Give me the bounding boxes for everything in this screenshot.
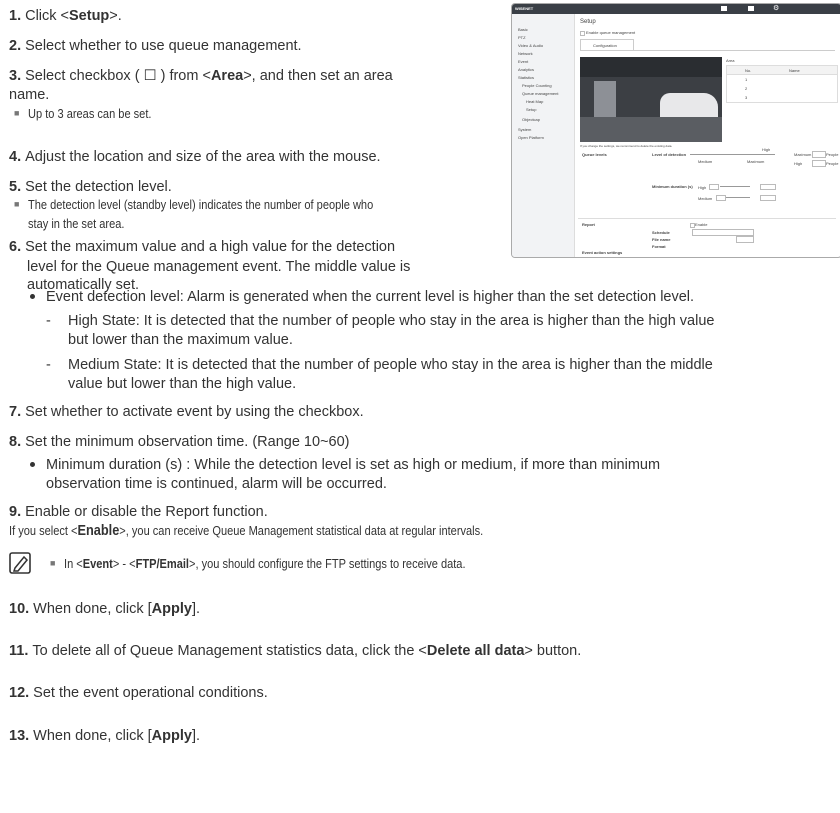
sidebar-item-video-audio[interactable]: Video & Audio bbox=[518, 43, 543, 48]
area-row[interactable]: 2 bbox=[745, 86, 747, 91]
sidebar-item-people-counting[interactable]: People Counting bbox=[522, 83, 552, 88]
maximum-select[interactable] bbox=[812, 151, 826, 158]
enable-checkbox[interactable] bbox=[580, 31, 585, 36]
queue-levels-label: Queue levels bbox=[582, 152, 607, 157]
step-1: 1. Click <Setup>. bbox=[9, 8, 122, 24]
step-5-note-2: stay in the set area. bbox=[28, 216, 125, 231]
min-duration-text-2: observation time is continued, alarm wil… bbox=[46, 476, 387, 492]
square-bullet-icon: ■ bbox=[14, 108, 20, 118]
monitor-icon[interactable] bbox=[721, 6, 727, 11]
tab-divider bbox=[580, 50, 835, 51]
duration-medium-slider[interactable] bbox=[726, 197, 750, 198]
min-duration-text-1: Minimum duration (s) : While the detecti… bbox=[46, 457, 661, 473]
people-label: People bbox=[826, 152, 839, 157]
medium-marker: Medium bbox=[698, 159, 713, 164]
camera-preview[interactable] bbox=[580, 57, 722, 142]
area-row[interactable]: 1 bbox=[745, 77, 747, 82]
area-header: Area bbox=[726, 58, 735, 63]
min-duration-label: Minimum duration (s) bbox=[652, 184, 693, 189]
medium-state-text-2: value but lower than the high value. bbox=[68, 376, 297, 392]
step-5-note-1: The detection level (standby level) indi… bbox=[28, 197, 374, 212]
duration-high-input[interactable] bbox=[709, 184, 719, 190]
duration-high-slider[interactable] bbox=[720, 186, 750, 187]
step-10: 10. When done, click [Apply]. bbox=[9, 601, 200, 617]
sidebar-item-system[interactable]: System bbox=[518, 127, 531, 132]
enable-label: Enable queue management bbox=[586, 30, 636, 35]
event-action-label: Event action settings bbox=[582, 250, 623, 255]
schedule-select[interactable] bbox=[692, 229, 754, 236]
gear-icon[interactable]: ⚙ bbox=[773, 4, 779, 12]
step-11: 11. To delete all of Queue Management sta… bbox=[9, 643, 582, 659]
sidebar-item-basic[interactable]: Basic bbox=[518, 27, 528, 32]
top-bar: WISENET ⚙ bbox=[512, 4, 840, 14]
sidebar-item-ptz[interactable]: PTZ bbox=[518, 35, 526, 40]
step-2: 2. Select whether to use queue management… bbox=[9, 38, 302, 54]
event-detection-level-text: Event detection level: Alarm is generate… bbox=[46, 289, 695, 305]
sidebar-item-heat-map[interactable]: Heat Map bbox=[526, 99, 543, 104]
square-bullet-icon: ■ bbox=[14, 199, 20, 209]
duration-medium-input[interactable] bbox=[716, 195, 726, 201]
high-label: High bbox=[794, 161, 803, 166]
high-marker: High bbox=[762, 147, 771, 152]
sidebar-item-event[interactable]: Event bbox=[518, 59, 528, 64]
step-8: 8. Set the minimum observation time. (Ran… bbox=[9, 434, 350, 450]
step-7: 7. Set whether to activate event by using… bbox=[9, 404, 364, 420]
sidebar: Basic PTZ Video & Audio Network Event An… bbox=[512, 14, 575, 257]
step-4: 4. Adjust the location and size of the ar… bbox=[9, 149, 381, 165]
playback-icon[interactable] bbox=[748, 6, 754, 11]
setup-screenshot: WISENET ⚙ Basic PTZ Video & Audio Networ… bbox=[511, 3, 840, 258]
duration-high-value[interactable] bbox=[760, 184, 776, 190]
divider bbox=[578, 218, 836, 219]
step-3: 3. Select checkbox ( ☐ ) from <Area>, and… bbox=[9, 68, 393, 84]
bullet-dot bbox=[30, 462, 35, 467]
brand-logo: WISENET bbox=[515, 6, 534, 11]
high-state-text-2: but lower than the maximum value. bbox=[68, 332, 293, 348]
step-13: 13. When done, click [Apply]. bbox=[9, 728, 200, 744]
square-bullet-icon: ■ bbox=[50, 558, 56, 568]
note-icon bbox=[9, 552, 31, 574]
hint-text: If you change the settings, we recommend… bbox=[580, 144, 673, 148]
duration-high-label: High bbox=[698, 185, 707, 190]
area-table: No. Name 1 2 3 bbox=[726, 65, 838, 103]
sidebar-item-statistics[interactable]: Statistics bbox=[518, 75, 534, 80]
sidebar-item-objectcap[interactable]: Objectcap bbox=[522, 117, 540, 122]
ftp-note: In <Event> - <FTP/Email>, you should con… bbox=[64, 556, 466, 571]
step-6: 6. Set the maximum value and a high value… bbox=[9, 239, 396, 255]
page-title: Setup bbox=[580, 19, 596, 25]
file-name-input[interactable] bbox=[736, 236, 754, 243]
dash: - bbox=[46, 313, 51, 329]
file-name-label: File name bbox=[652, 237, 671, 242]
level-detection-label: Level of detection bbox=[652, 152, 687, 157]
high-state-text-1: High State: It is detected that the numb… bbox=[68, 313, 715, 329]
step-5: 5. Set the detection level. bbox=[9, 179, 172, 195]
medium-state-text-1: Medium State: It is detected that the nu… bbox=[68, 357, 713, 373]
people-label: People bbox=[826, 161, 839, 166]
high-select[interactable] bbox=[812, 160, 826, 167]
duration-medium-label: Medium bbox=[698, 196, 713, 201]
sidebar-item-analytics[interactable]: Analytics bbox=[518, 67, 534, 72]
dash: - bbox=[46, 357, 51, 373]
step-12: 12. Set the event operational conditions. bbox=[9, 685, 268, 701]
maximum-label: Maximum bbox=[794, 152, 812, 157]
sidebar-item-setup[interactable]: Setup bbox=[526, 107, 536, 112]
sidebar-item-open-platform[interactable]: Open Platform bbox=[518, 135, 544, 140]
bullet-dot bbox=[30, 294, 35, 299]
report-enable-label: Enable bbox=[695, 222, 708, 227]
step-9-detail: If you select <Enable>, you can receive … bbox=[9, 522, 484, 539]
step-6-cont-1: level for the Queue management event. Th… bbox=[27, 259, 411, 275]
duration-medium-value[interactable] bbox=[760, 195, 776, 201]
format-label: Format bbox=[652, 244, 666, 249]
schedule-label: Schedule bbox=[652, 230, 670, 235]
step-3-note: Up to 3 areas can be set. bbox=[28, 106, 152, 121]
level-slider[interactable] bbox=[690, 154, 775, 155]
sidebar-item-network[interactable]: Network bbox=[518, 51, 533, 56]
area-row[interactable]: 3 bbox=[745, 95, 747, 100]
report-label: Report bbox=[582, 222, 595, 227]
sidebar-item-queue-management[interactable]: Queue management bbox=[522, 91, 558, 96]
step-9: 9. Enable or disable the Report function. bbox=[9, 504, 268, 520]
step-3-cont: name. bbox=[9, 87, 50, 103]
maximum-marker: Maximum bbox=[747, 159, 765, 164]
